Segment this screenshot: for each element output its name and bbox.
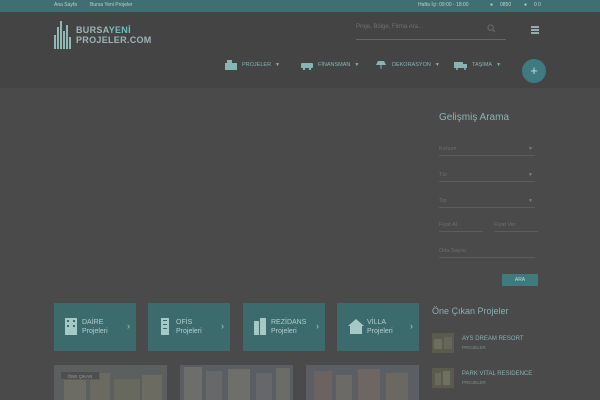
location-select[interactable]: Konum ▼ [439, 142, 535, 156]
featured-badge: ÖNE ÇIKAN [60, 371, 100, 380]
residence-icon [254, 318, 266, 335]
chevron-down-icon: ▼ [528, 198, 533, 204]
nav-item-projeler[interactable]: PROJELER ▼ [224, 60, 280, 70]
site-logo[interactable]: BURSAYENİ PROJELER.COM [54, 20, 152, 50]
apartment-icon [65, 318, 77, 335]
nav-label: TAŞIMA [472, 62, 493, 68]
nav-item-tasima[interactable]: TAŞIMA ▼ [454, 60, 501, 70]
top-bar: Ana Sayfa Bursa Yeni Projeler Hafta İçi:… [0, 0, 600, 12]
phone-icon: ● [490, 2, 494, 8]
office-icon [161, 318, 169, 335]
type-select-label: Tür [439, 172, 448, 178]
listing-photo [180, 365, 293, 400]
building-icon [225, 60, 237, 70]
category-title: VİLLA [367, 319, 387, 326]
car-icon [301, 63, 313, 70]
logo-word-bursa: BURSA [76, 25, 109, 35]
kind-select-label: Tip [439, 198, 447, 204]
contact-info-1[interactable]: 0850 [500, 2, 511, 8]
home-link[interactable]: Ana Sayfa [54, 2, 77, 8]
caret-down-icon: ▼ [434, 62, 440, 68]
price-max-input[interactable]: Fiyat Ver [494, 218, 538, 232]
caret-down-icon: ▼ [354, 62, 360, 68]
project-thumbnail [432, 368, 454, 388]
featured-item-category: PROJELER [462, 345, 486, 350]
listing-card-image[interactable] [180, 365, 293, 400]
chevron-right-icon: › [316, 321, 319, 331]
price-min-input[interactable]: Fiyat Al [439, 218, 483, 232]
nav-label: FİNANSMAN [318, 62, 351, 68]
type-select[interactable]: Tür ▼ [439, 168, 535, 182]
logo-word-yeni: YENİ [108, 25, 131, 35]
chevron-right-icon: › [410, 321, 413, 331]
category-subtitle: Projeleri [271, 328, 297, 335]
chevron-right-icon: › [221, 321, 224, 331]
rooms-input[interactable]: Oda Sayısı [439, 244, 535, 258]
category-tile-rezidans[interactable]: REZİDANS Projeleri › [243, 303, 325, 351]
villa-icon [348, 319, 364, 334]
kind-select[interactable]: Tip ▼ [439, 194, 535, 208]
category-tile-daire[interactable]: DAİRE Projeleri › [54, 303, 136, 351]
logo-text: BURSAYENİ PROJELER.COM [76, 25, 152, 45]
category-title: OFİS [176, 319, 193, 326]
search-icon[interactable] [487, 24, 496, 33]
category-subtitle: Projeleri [82, 328, 108, 335]
featured-item[interactable]: PARK VITAL RESIDENCE PROJELER [432, 368, 562, 390]
nav-item-finansman[interactable]: FİNANSMAN ▼ [300, 60, 359, 70]
chevron-right-icon: › [127, 321, 130, 331]
lamp-icon [376, 61, 386, 69]
listing-card-image[interactable]: ÖNE ÇIKAN [54, 365, 167, 400]
advanced-search-panel: Gelişmiş Arama Konum ▼ Tür ▼ Tip ▼ Fiyat Al… [428, 100, 548, 295]
featured-projects-title: Öne Çıkan Projeler [432, 306, 509, 316]
projects-link[interactable]: Bursa Yeni Projeler [90, 2, 133, 8]
category-tile-villa[interactable]: VİLLA Projeleri › [337, 303, 419, 351]
listing-photo [306, 365, 419, 400]
featured-item[interactable]: AYS DREAM RESORT PROJELER [432, 333, 562, 355]
nav-item-dekorasyon[interactable]: DEKORASYON ▼ [374, 60, 440, 70]
location-select-label: Konum [439, 146, 457, 152]
logo-word-projeler: PROJELER.COM [76, 35, 152, 45]
category-subtitle: Projeleri [176, 328, 202, 335]
category-subtitle: Projeleri [367, 328, 393, 335]
listing-card-image[interactable] [306, 365, 419, 400]
project-thumbnail [432, 333, 454, 353]
caret-down-icon: ▼ [496, 62, 502, 68]
site-header: BURSAYENİ PROJELER.COM Proje, Bölge, Fir… [0, 12, 600, 88]
category-title: REZİDANS [271, 319, 307, 326]
category-title: DAİRE [82, 319, 104, 326]
featured-item-name: PARK VITAL RESIDENCE [462, 371, 533, 377]
logo-bars-icon [54, 21, 72, 49]
search-input[interactable]: Proje, Bölge, Firma Ara... [356, 20, 506, 40]
nav-label: DEKORASYON [392, 62, 431, 68]
caret-down-icon: ▼ [275, 62, 280, 68]
contact-info-2[interactable]: 0 0 [534, 2, 541, 8]
nav-label: PROJELER [242, 62, 272, 68]
working-hours: Hafta İçi: 09:00 - 18:00 [418, 2, 469, 8]
chevron-down-icon: ▼ [528, 146, 533, 152]
search-button[interactable]: ARA [502, 274, 538, 286]
mail-icon: ● [524, 2, 528, 8]
advanced-search-title: Gelişmiş Arama [439, 112, 510, 123]
chevron-down-icon: ▼ [528, 172, 533, 178]
featured-item-name: AYS DREAM RESORT [462, 336, 524, 342]
category-tile-ofis[interactable]: OFİS Projeleri › [148, 303, 230, 351]
add-listing-button[interactable]: + [522, 59, 546, 83]
menu-icon[interactable] [531, 26, 539, 35]
truck-icon [454, 62, 467, 70]
featured-item-category: PROJELER [462, 380, 486, 385]
